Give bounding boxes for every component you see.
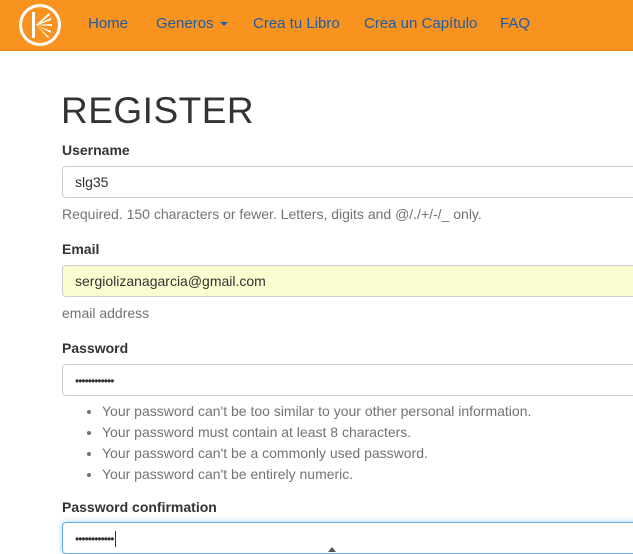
password-rules-list: Your password can't be too similar to yo… [62,401,531,485]
caret-down-icon [219,22,228,27]
username-input[interactable]: slg35 [62,166,633,198]
username-label: Username [62,142,130,158]
nav-generos-dropdown[interactable]: Generos [156,15,228,32]
password-masked-value: •••••••••••• [75,374,114,388]
text-cursor [115,531,117,548]
password-rule: Your password can't be entirely numeric. [102,464,531,485]
password-input[interactable]: •••••••••••• [62,364,633,396]
navbar: Home Generos Crea tu Libro Crea un Capít… [0,0,633,51]
password-confirmation-masked-value: •••••••••••• [75,532,114,546]
nav-faq[interactable]: FAQ [500,15,530,32]
nav-home[interactable]: Home [88,15,128,32]
email-input[interactable]: sergiolizanagarcia@gmail.com [62,265,633,297]
nav-generos-label: Generos [156,15,214,32]
email-help-text: email address [62,305,150,321]
password-rule: Your password can't be too similar to yo… [102,401,531,422]
username-help-text: Required. 150 characters or fewer. Lette… [62,206,482,222]
password-confirmation-input[interactable]: •••••••••••• [62,522,633,554]
password-rule: Your password can't be a commonly used p… [102,443,531,464]
book-logo-icon[interactable] [15,2,65,48]
password-confirmation-label: Password confirmation [62,499,217,515]
nav-crea-capitulo[interactable]: Crea un Capítulo [364,15,477,32]
password-label: Password [62,340,129,356]
email-label: Email [62,241,100,257]
scroll-indicator-icon [328,547,336,552]
nav-crea-libro[interactable]: Crea tu Libro [253,15,340,32]
password-rule: Your password must contain at least 8 ch… [102,422,531,443]
page-title: REGISTER [61,90,255,131]
